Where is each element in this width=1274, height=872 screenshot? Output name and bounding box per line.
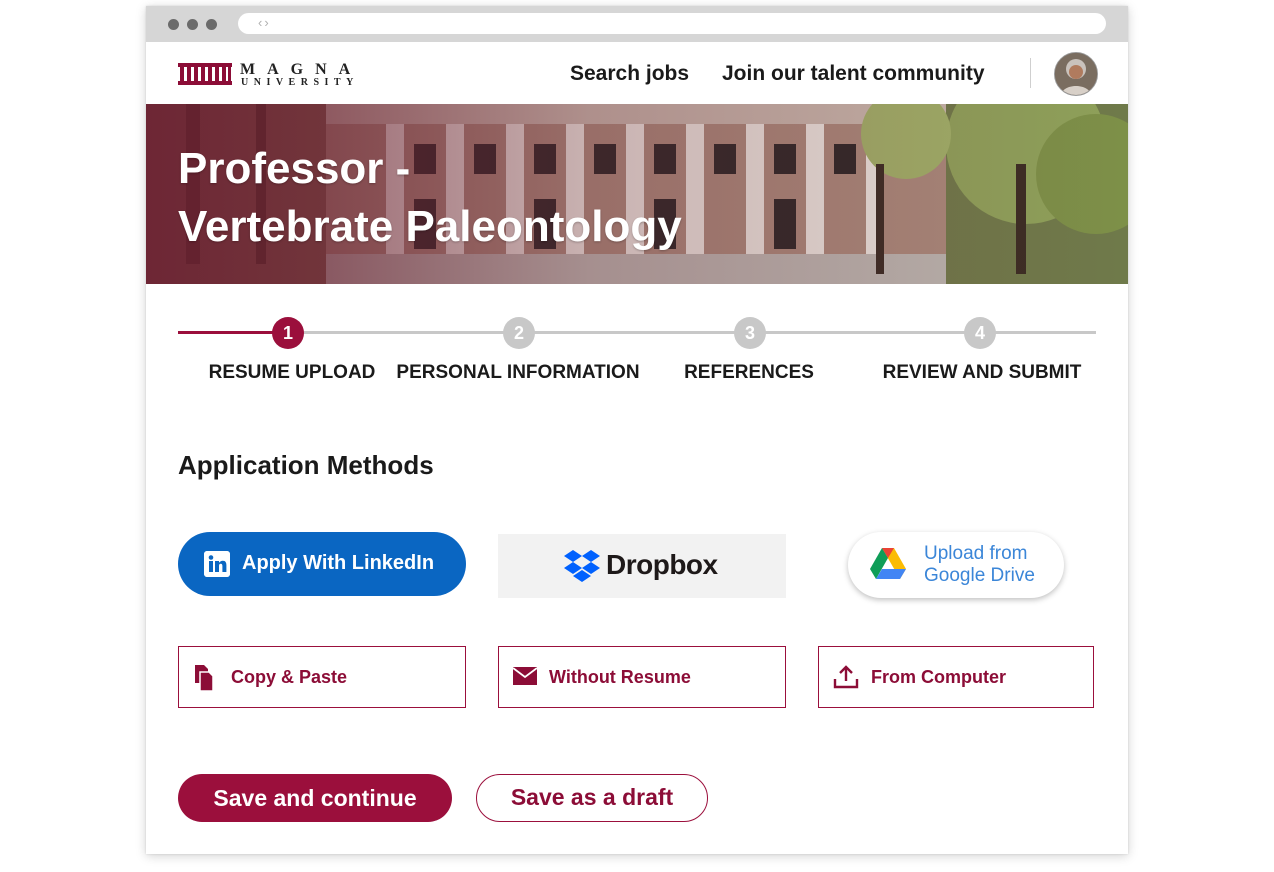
address-bar[interactable]: ‹› — [238, 13, 1106, 34]
nav-divider — [1030, 58, 1031, 88]
copy-paste-label: Copy & Paste — [231, 667, 348, 687]
magna-university-logo[interactable]: MAGNA UNIVERSITY — [178, 61, 378, 88]
job-title: Professor - Vertebrate Paleontology — [178, 140, 682, 256]
window-dot — [206, 19, 217, 30]
step-label-review-submit[interactable]: REVIEW AND SUBMIT — [883, 362, 1082, 384]
job-hero-banner: Professor - Vertebrate Paleontology — [146, 104, 1128, 284]
linkedin-icon — [204, 551, 230, 577]
user-avatar[interactable] — [1054, 52, 1098, 96]
logo-subtitle: UNIVERSITY — [241, 77, 359, 88]
browser-window: ‹› MAGNA UNIVERSITY Search jobs Join our… — [146, 6, 1128, 854]
browser-chrome: ‹› — [146, 6, 1128, 42]
upload-icon — [833, 665, 859, 689]
section-title: Application Methods — [178, 450, 434, 480]
job-title-line1: Professor - — [178, 144, 411, 193]
dropbox-icon — [564, 550, 600, 582]
dropbox-button[interactable]: Dropbox — [498, 534, 786, 598]
envelope-icon — [513, 667, 537, 685]
save-draft-button[interactable]: Save as a draft — [476, 774, 708, 822]
copy-document-icon — [195, 665, 214, 691]
application-progress-stepper: 1 2 3 4 RESUME UPLOAD PERSONAL INFORMATI… — [146, 284, 1128, 404]
copy-paste-button[interactable]: Copy & Paste — [178, 646, 466, 708]
nav-search-jobs[interactable]: Search jobs — [570, 62, 689, 86]
google-drive-icon — [870, 548, 906, 579]
step-1-indicator[interactable]: 1 — [272, 317, 304, 349]
job-title-line2: Vertebrate Paleontology — [178, 202, 682, 251]
window-dot — [168, 19, 179, 30]
linkedin-label: Apply With LinkedIn — [242, 552, 435, 574]
step-4-indicator[interactable]: 4 — [964, 317, 996, 349]
without-resume-label: Without Resume — [549, 667, 691, 687]
save-continue-button[interactable]: Save and continue — [178, 774, 452, 822]
site-header: MAGNA UNIVERSITY Search jobs Join our ta… — [146, 42, 1128, 104]
step-3-indicator[interactable]: 3 — [734, 317, 766, 349]
gdrive-label-line2: Google Drive — [924, 565, 1035, 586]
back-forward-icon[interactable]: ‹› — [258, 15, 271, 30]
gdrive-label-line1: Upload from — [924, 543, 1028, 564]
google-drive-label: Upload from Google Drive — [924, 543, 1035, 587]
dropbox-label: Dropbox — [606, 549, 718, 580]
university-crest-icon — [178, 63, 232, 85]
apply-linkedin-button[interactable]: Apply With LinkedIn — [178, 532, 466, 596]
from-computer-button[interactable]: From Computer — [818, 646, 1094, 708]
profile-photo-icon — [1055, 53, 1097, 95]
google-drive-button[interactable]: Upload from Google Drive — [848, 532, 1064, 598]
step-label-personal-information[interactable]: PERSONAL INFORMATION — [396, 362, 639, 384]
from-computer-label: From Computer — [871, 667, 1006, 687]
step-label-resume-upload[interactable]: RESUME UPLOAD — [209, 362, 376, 384]
window-dot — [187, 19, 198, 30]
nav-talent-community[interactable]: Join our talent community — [722, 62, 985, 86]
without-resume-button[interactable]: Without Resume — [498, 646, 786, 708]
step-2-indicator[interactable]: 2 — [503, 317, 535, 349]
step-label-references[interactable]: REFERENCES — [684, 362, 814, 384]
